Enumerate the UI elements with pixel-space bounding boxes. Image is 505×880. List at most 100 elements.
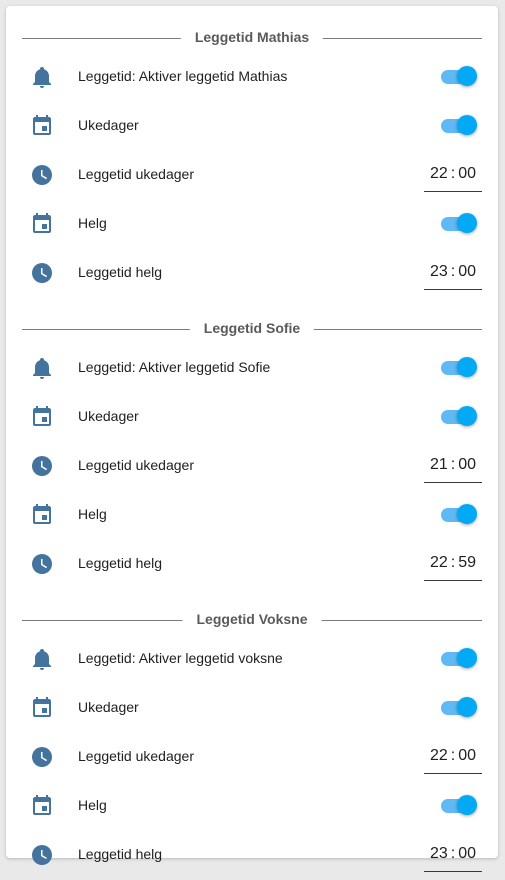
entity-label: Leggetid helg — [78, 555, 163, 571]
section-header: Leggetid Mathias — [6, 23, 498, 53]
time-minute[interactable]: 00 — [458, 747, 476, 764]
clock-icon-svg — [32, 845, 52, 865]
entity-row: Leggetid helg 23:00 — [6, 831, 498, 880]
calendar-icon — [30, 212, 54, 236]
time-hour[interactable]: 23 — [430, 263, 448, 280]
time-separator: : — [450, 165, 456, 182]
entity-label: Helg — [78, 215, 107, 231]
calendar-icon-svg — [33, 115, 51, 135]
toggle-thumb — [457, 795, 477, 815]
time-minute[interactable]: 00 — [458, 456, 476, 473]
toggle-switch[interactable] — [441, 795, 477, 817]
bell-icon-svg — [33, 358, 51, 379]
clock-icon-svg — [32, 747, 52, 767]
calendar-icon-svg — [33, 406, 51, 426]
bell-icon-svg — [33, 67, 51, 88]
entity-row: Ukedager — [6, 102, 498, 151]
entity-row: Leggetid helg 23:00 — [6, 249, 498, 298]
toggle-thumb — [457, 115, 477, 135]
toggle-switch[interactable] — [441, 648, 477, 670]
entity-label: Leggetid ukedager — [78, 748, 194, 764]
section-header: Leggetid Voksne — [6, 605, 498, 635]
time-minute[interactable]: 00 — [458, 263, 476, 280]
clock-icon — [30, 552, 54, 576]
toggle-thumb — [457, 406, 477, 426]
toggle-thumb — [457, 213, 477, 233]
entity-label: Leggetid helg — [78, 264, 163, 280]
entity-label: Ukedager — [78, 408, 139, 424]
time-input[interactable]: 22:00 — [424, 745, 482, 774]
clock-icon — [30, 261, 54, 285]
time-hour[interactable]: 23 — [430, 845, 448, 862]
entity-label: Leggetid helg — [78, 846, 163, 862]
time-input[interactable]: 21:00 — [424, 454, 482, 483]
calendar-icon-svg — [33, 213, 51, 233]
toggle-switch[interactable] — [441, 66, 477, 88]
time-minute[interactable]: 59 — [458, 554, 476, 571]
time-minute[interactable]: 00 — [458, 845, 476, 862]
calendar-icon-svg — [33, 504, 51, 524]
bell-icon — [30, 647, 54, 671]
entity-label: Helg — [78, 797, 107, 813]
time-minute[interactable]: 00 — [458, 165, 476, 182]
time-input[interactable]: 22:59 — [424, 552, 482, 581]
entity-label: Helg — [78, 506, 107, 522]
calendar-icon — [30, 696, 54, 720]
calendar-icon — [30, 405, 54, 429]
time-separator: : — [450, 456, 456, 473]
entity-row: Leggetid ukedager 22:00 — [6, 151, 498, 200]
time-separator: : — [450, 554, 456, 571]
time-input[interactable]: 22:00 — [424, 163, 482, 192]
clock-icon — [30, 454, 54, 478]
time-separator: : — [450, 263, 456, 280]
clock-icon — [30, 163, 54, 187]
entity-row: Leggetid: Aktiver leggetid Mathias — [6, 53, 498, 102]
entity-row: Leggetid: Aktiver leggetid voksne — [6, 635, 498, 684]
clock-icon-svg — [32, 263, 52, 283]
time-separator: : — [450, 747, 456, 764]
entity-label: Leggetid: Aktiver leggetid voksne — [78, 650, 283, 666]
toggle-switch[interactable] — [441, 213, 477, 235]
toggle-thumb — [457, 357, 477, 377]
bell-icon — [30, 65, 54, 89]
time-hour[interactable]: 21 — [430, 456, 448, 473]
entity-row: Ukedager — [6, 684, 498, 733]
toggle-switch[interactable] — [441, 115, 477, 137]
clock-icon-svg — [32, 456, 52, 476]
toggle-thumb — [457, 648, 477, 668]
entity-row: Leggetid helg 22:59 — [6, 540, 498, 589]
entity-row: Leggetid: Aktiver leggetid Sofie — [6, 344, 498, 393]
clock-icon-svg — [32, 165, 52, 185]
time-hour[interactable]: 22 — [430, 165, 448, 182]
time-input[interactable]: 23:00 — [424, 261, 482, 290]
toggle-switch[interactable] — [441, 406, 477, 428]
entity-row: Ukedager — [6, 393, 498, 442]
time-hour[interactable]: 22 — [430, 747, 448, 764]
section-header: Leggetid Sofie — [6, 314, 498, 344]
entity-label: Leggetid: Aktiver leggetid Sofie — [78, 359, 271, 375]
section-title: Leggetid Voksne — [182, 611, 322, 627]
toggle-thumb — [457, 504, 477, 524]
section-title: Leggetid Sofie — [189, 320, 315, 336]
toggle-switch[interactable] — [441, 504, 477, 526]
clock-icon-svg — [32, 554, 52, 574]
toggle-thumb — [457, 697, 477, 717]
calendar-icon-svg — [33, 795, 51, 815]
entity-row: Helg — [6, 782, 498, 831]
entities-card: Leggetid Mathias Leggetid: Aktiver legget… — [6, 6, 498, 872]
section-title: Leggetid Mathias — [180, 29, 324, 45]
time-separator: : — [450, 845, 456, 862]
toggle-thumb — [457, 66, 477, 86]
entity-label: Leggetid ukedager — [78, 166, 194, 182]
entity-row: Leggetid ukedager 21:00 — [6, 442, 498, 491]
clock-icon — [30, 843, 54, 867]
time-hour[interactable]: 22 — [430, 554, 448, 571]
entity-row: Leggetid ukedager 22:00 — [6, 733, 498, 782]
bell-icon — [30, 356, 54, 380]
toggle-switch[interactable] — [441, 697, 477, 719]
entity-label: Leggetid: Aktiver leggetid Mathias — [78, 68, 288, 84]
calendar-icon-svg — [33, 697, 51, 717]
time-input[interactable]: 23:00 — [424, 843, 482, 872]
toggle-switch[interactable] — [441, 357, 477, 379]
entity-row: Helg — [6, 491, 498, 540]
